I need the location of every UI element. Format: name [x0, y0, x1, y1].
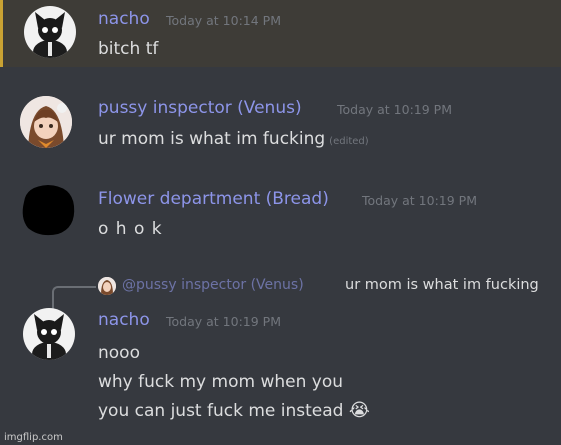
- username[interactable]: Flower department (Bread): [98, 189, 329, 209]
- mention-highlight-bar: [0, 0, 3, 67]
- message-text: o h o k: [98, 219, 163, 239]
- message-line: you can just fuck me instead 😭: [98, 400, 370, 421]
- bread-avatar[interactable]: [18, 182, 78, 238]
- reply-avatar: [98, 277, 116, 295]
- message-text: bitch tf: [98, 39, 159, 59]
- message-bread: Flower department (Bread) Today at 10:19…: [0, 176, 561, 256]
- timestamp: Today at 10:14 PM: [166, 13, 281, 28]
- reply-username[interactable]: @pussy inspector (Venus): [122, 277, 304, 293]
- blacked-out-avatar-icon: [22, 185, 75, 236]
- nacho-avatar[interactable]: [24, 6, 76, 58]
- black-cat-avatar-icon: [33, 12, 67, 58]
- message-nacho-2: @pussy inspector (Venus) ur mom is what …: [0, 268, 561, 445]
- username[interactable]: nacho: [98, 310, 150, 330]
- edited-label: (edited): [329, 136, 369, 147]
- venus-avatar[interactable]: [20, 96, 72, 148]
- message-nacho-1: nacho Today at 10:14 PM bitch tf: [0, 0, 561, 67]
- anime-girl-avatar-icon: [20, 96, 72, 148]
- timestamp: Today at 10:19 PM: [337, 102, 452, 117]
- timestamp: Today at 10:19 PM: [166, 314, 281, 329]
- timestamp: Today at 10:19 PM: [362, 193, 477, 208]
- message-text: ur mom is what im fucking (edited): [98, 129, 369, 149]
- message-line: ur mom is what im fucking: [98, 129, 326, 149]
- message-line-text: you can just fuck me instead: [98, 401, 344, 421]
- anime-girl-mini-avatar-icon: [98, 277, 116, 295]
- message-line: why fuck my mom when you: [98, 372, 343, 392]
- crying-emoji-icon: 😭: [348, 400, 370, 421]
- watermark: imgflip.com: [4, 432, 63, 443]
- message-venus: pussy inspector (Venus) Today at 10:19 P…: [0, 88, 561, 168]
- username[interactable]: pussy inspector (Venus): [98, 98, 302, 118]
- black-cat-avatar-icon: [32, 314, 66, 360]
- reply-preview[interactable]: @pussy inspector (Venus) ur mom is what …: [98, 276, 561, 298]
- message-line: nooo: [98, 343, 140, 363]
- username[interactable]: nacho: [98, 9, 150, 29]
- nacho-avatar[interactable]: [23, 308, 75, 360]
- reply-text: ur mom is what im fucking: [345, 277, 539, 293]
